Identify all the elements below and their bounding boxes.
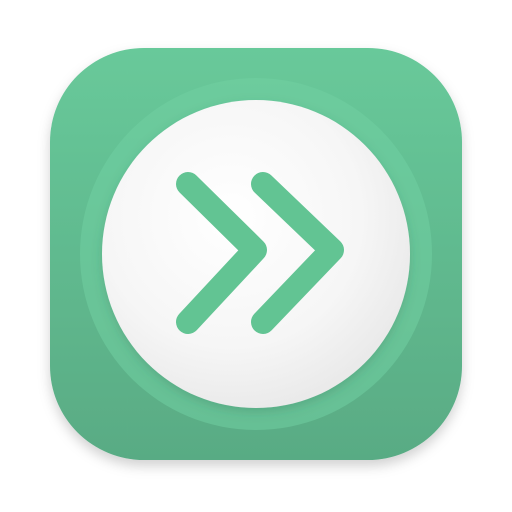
app-icon-canvas — [0, 0, 512, 512]
fast-forward-app-icon — [50, 48, 462, 460]
